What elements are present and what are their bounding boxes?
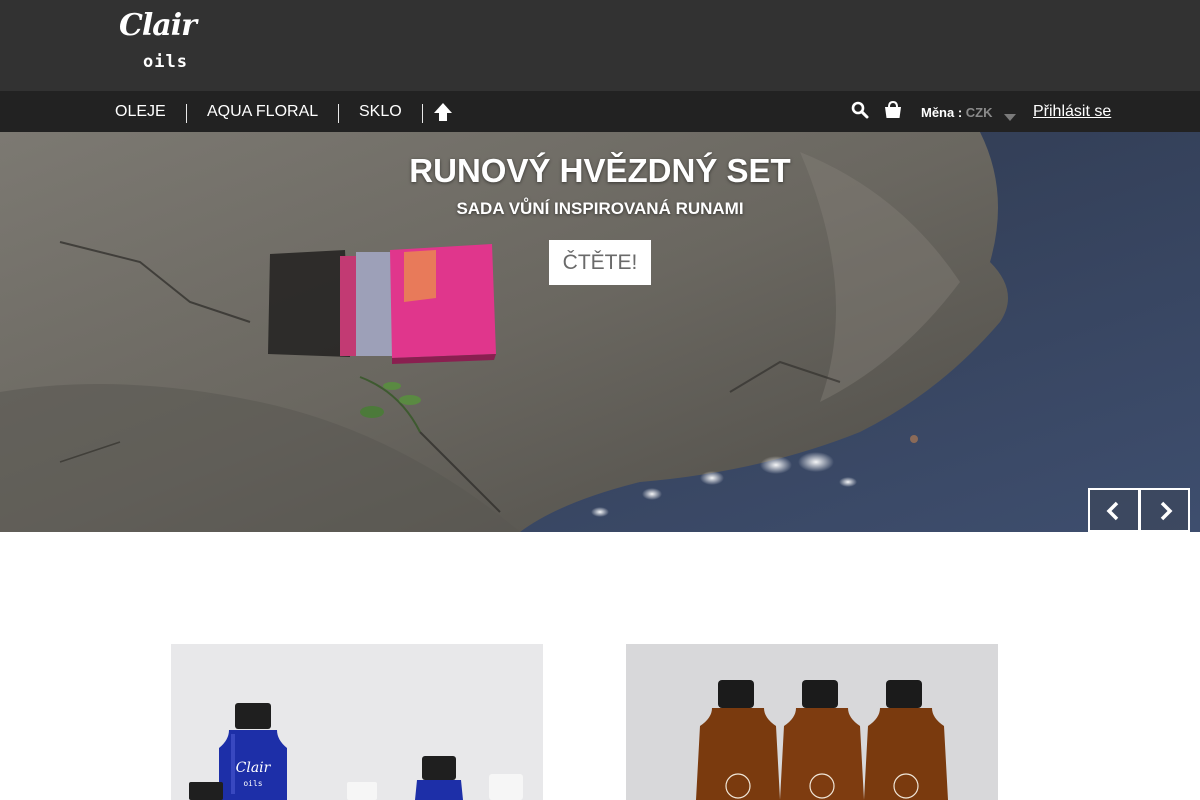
chevron-left-icon bbox=[1106, 501, 1119, 521]
svg-text:Clair: Clair bbox=[236, 760, 272, 776]
product-card[interactable]: Clair oils bbox=[171, 644, 543, 800]
logo-sub-text: oils bbox=[143, 52, 188, 72]
hero-slider: RUNOVÝ HVĚZDNÝ SET SADA VŮNÍ INSPIROVANÁ… bbox=[0, 132, 1200, 532]
currency-label: Měna : bbox=[921, 105, 963, 120]
hero-subtitle: SADA VŮNÍ INSPIROVANÁ RUNAMI bbox=[456, 199, 744, 218]
hero-title: RUNOVÝ HVĚZDNÝ SET bbox=[409, 152, 791, 189]
svg-text:oils: oils bbox=[243, 779, 262, 788]
home-icon[interactable] bbox=[433, 102, 453, 122]
site-logo[interactable]: Clair oils bbox=[116, 8, 206, 72]
slider-prev-button[interactable] bbox=[1088, 488, 1139, 532]
nav-divider bbox=[186, 104, 187, 123]
currency-value: CZK bbox=[965, 105, 993, 120]
hero-image bbox=[0, 132, 1200, 532]
currency-selector[interactable]: Měna : CZK bbox=[921, 91, 993, 132]
slider-next-button[interactable] bbox=[1139, 488, 1190, 532]
read-more-button[interactable]: ČTĚTE! bbox=[549, 240, 651, 285]
site-header: Clair oils bbox=[0, 0, 1200, 91]
nav-item-aqua-floral[interactable]: AQUA FLORAL bbox=[207, 91, 318, 132]
nav-item-sklo[interactable]: SKLO bbox=[359, 91, 402, 132]
nav-divider bbox=[338, 104, 339, 123]
product-card[interactable] bbox=[626, 644, 998, 800]
cart-icon[interactable] bbox=[884, 100, 902, 119]
main-navigation: OLEJE AQUA FLORAL SKLO Měna : CZK Přihlá… bbox=[0, 91, 1200, 132]
chevron-down-icon[interactable] bbox=[1004, 109, 1016, 121]
product-image-amber-bottles bbox=[626, 644, 998, 800]
product-image-blue-bottles: Clair oils bbox=[171, 644, 543, 800]
logo-script-text: Clair bbox=[119, 8, 197, 43]
nav-item-oleje[interactable]: OLEJE bbox=[115, 91, 166, 132]
chevron-right-icon bbox=[1160, 501, 1173, 521]
search-icon[interactable] bbox=[851, 101, 869, 119]
nav-divider bbox=[422, 104, 423, 123]
login-link[interactable]: Přihlásit se bbox=[1033, 91, 1111, 132]
